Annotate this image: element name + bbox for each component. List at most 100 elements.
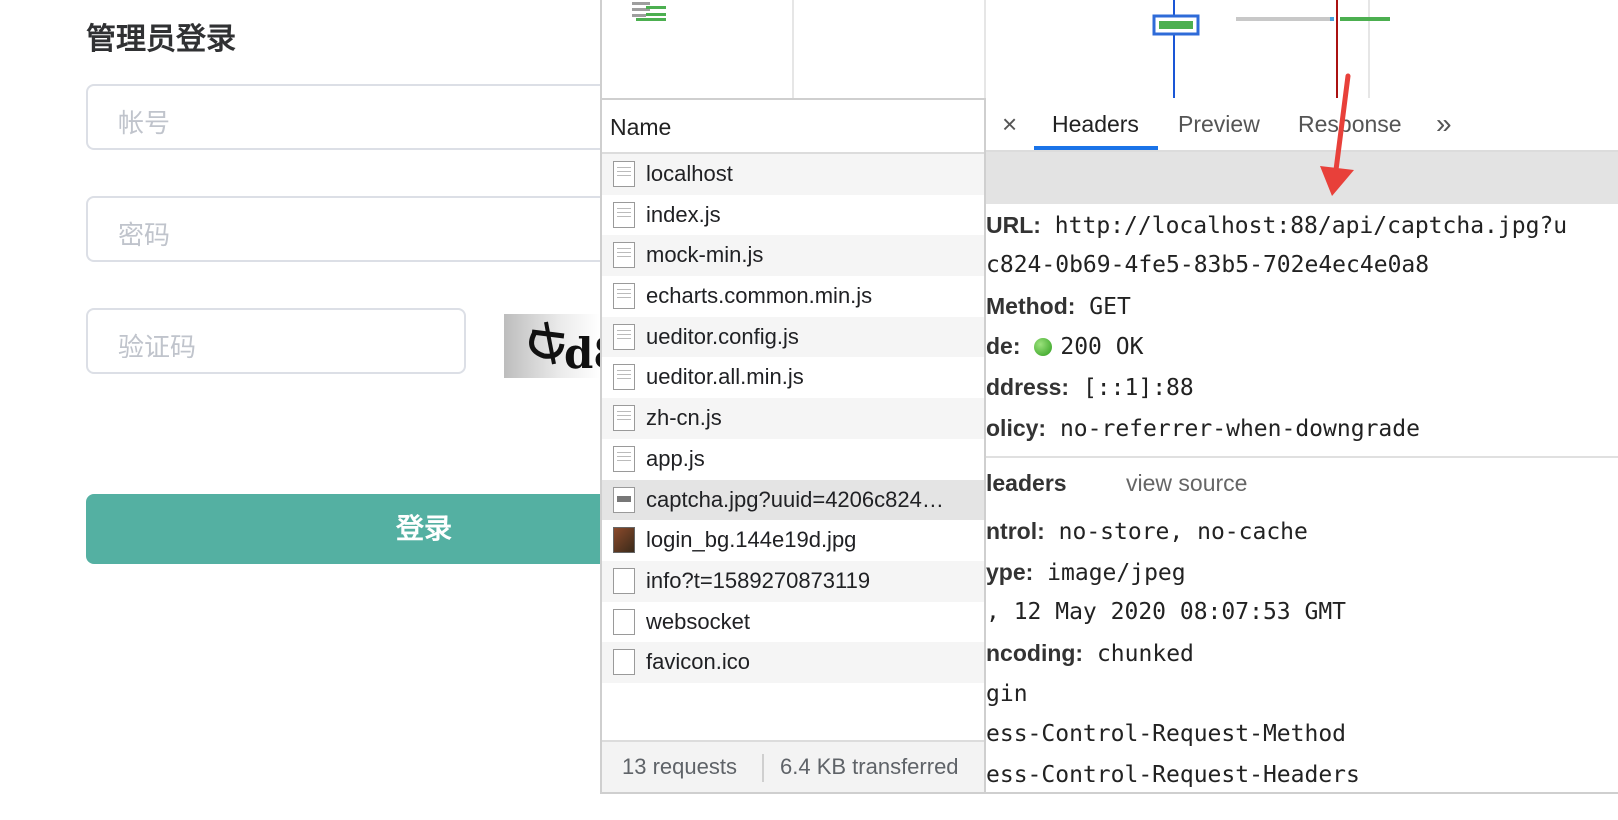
request-row[interactable]: favicon.ico [602, 642, 984, 683]
request-detail-panel: × Headers Preview Response » URL: http:/… [986, 98, 1618, 794]
transfer-encoding-row: ncoding: chunked [986, 640, 1194, 667]
request-count: 13 requests [622, 754, 737, 779]
status-code-value: 200 OK [1060, 334, 1144, 360]
request-row[interactable]: info?t=1589270873119 [602, 560, 984, 602]
annotation-arrow-icon [1320, 73, 1354, 196]
cache-control-value: no-store, no-cache [1058, 519, 1308, 545]
image-icon [613, 486, 635, 513]
referrer-policy-row: olicy: no-referrer-when-downgrade [986, 415, 1420, 442]
remote-address-row: ddress: [::1]:88 [986, 374, 1194, 401]
request-row[interactable]: login_bg.144e19d.jpg [602, 520, 984, 561]
login-button[interactable]: 登录 [86, 494, 626, 564]
request-row[interactable]: mock-min.js [602, 235, 984, 277]
encoding-key: ncoding: [986, 640, 1084, 666]
request-name: app.js [646, 445, 705, 471]
devtools-bottom-border [600, 792, 1618, 794]
request-name: favicon.ico [646, 649, 750, 675]
network-summary-bar: 13 requests 6.4 KB transferred [602, 740, 984, 792]
request-name: localhost [646, 161, 733, 186]
tab-headers[interactable]: Headers [1034, 98, 1158, 150]
request-row[interactable]: zh-cn.js [602, 398, 984, 439]
cache-control-row: ntrol: no-store, no-cache [986, 518, 1308, 545]
document-icon [613, 323, 635, 350]
document-icon [613, 445, 635, 472]
request-url-continued: c824-0b69-4fe5-83b5-702e4ec4e0a8 [986, 252, 1430, 278]
username-placeholder: 帐号 [118, 109, 171, 139]
waterfall-bars [632, 0, 1390, 98]
address-key: ddress: [986, 374, 1070, 400]
request-name: websocket [646, 608, 750, 634]
status-ok-icon [1034, 338, 1053, 356]
more-tabs-icon[interactable]: » [1436, 98, 1452, 150]
vary-origin-row: gin [986, 681, 1028, 707]
document-icon [613, 283, 635, 310]
policy-key: olicy: [986, 415, 1047, 441]
encoding-value: chunked [1096, 641, 1194, 667]
blank-file-icon [613, 608, 635, 635]
request-name: login_bg.144e19d.jpg [646, 527, 857, 553]
request-row[interactable]: captcha.jpg?uuid=4206c824… [602, 479, 984, 521]
request-name: info?t=1589270873119 [646, 567, 871, 593]
document-icon [613, 405, 635, 432]
cache-control-key: ntrol: [986, 518, 1045, 544]
document-icon [613, 161, 635, 187]
request-name: ueditor.all.min.js [646, 364, 804, 390]
request-row[interactable]: index.js [602, 195, 984, 236]
vary-method-row: ess-Control-Request-Method [986, 721, 1347, 747]
request-name: captcha.jpg?uuid=4206c824… [646, 486, 944, 512]
request-row[interactable]: localhost [602, 154, 984, 195]
request-row[interactable]: ueditor.all.min.js [602, 357, 984, 398]
captcha-placeholder: 验证码 [118, 333, 197, 363]
login-panel: 管理员登录 帐号 密码 验证码 d8 登录 [0, 0, 626, 820]
password-placeholder: 密码 [118, 221, 171, 251]
document-icon [613, 201, 635, 228]
captcha-image[interactable]: d8 [504, 314, 600, 378]
request-name: ueditor.config.js [646, 323, 799, 349]
document-icon [613, 364, 635, 391]
request-row[interactable]: app.js [602, 439, 984, 480]
request-method-row: Method: GET [986, 293, 1131, 320]
request-name: zh-cn.js [646, 405, 722, 431]
request-list-panel: Name localhost index.js mock-min.js echarts… [600, 98, 986, 794]
name-column-header[interactable]: Name [602, 100, 984, 154]
view-source-link[interactable]: view source [1126, 470, 1247, 497]
response-headers-title[interactable]: leaders [986, 470, 1067, 497]
close-icon[interactable]: × [1002, 98, 1017, 150]
content-type-row: ype: image/jpeg [986, 559, 1186, 586]
status-code-key: de: [986, 333, 1021, 359]
method-key: Method: [986, 293, 1076, 319]
blank-file-icon [613, 649, 635, 676]
address-value: [::1]:88 [1082, 375, 1194, 401]
photo-icon [613, 527, 635, 554]
url-key: URL: [986, 212, 1041, 238]
blank-file-icon [613, 567, 635, 594]
content-type-key: ype: [986, 559, 1034, 585]
request-name: index.js [646, 201, 721, 227]
content-type-value: image/jpeg [1047, 560, 1186, 586]
document-icon [613, 242, 635, 269]
network-waterfall [600, 0, 1618, 98]
general-section-header[interactable] [986, 152, 1618, 204]
vary-headers-row: ess-Control-Request-Headers [986, 762, 1360, 788]
request-name: mock-min.js [646, 242, 764, 268]
method-value: GET [1089, 294, 1131, 320]
request-list: localhost index.js mock-min.js echarts.comm… [602, 154, 984, 683]
status-code-row: de: 200 OK [986, 333, 1143, 360]
request-url-row: URL: http://localhost:88/api/captcha.jpg… [986, 212, 1567, 239]
captcha-input[interactable]: 验证码 [86, 308, 466, 374]
request-row[interactable]: websocket [602, 602, 984, 643]
request-row[interactable]: echarts.common.min.js [602, 276, 984, 317]
transferred-size: 6.4 KB transferred [780, 754, 959, 779]
request-name: echarts.common.min.js [646, 283, 873, 309]
summary-divider [762, 754, 764, 782]
request-row[interactable]: ueditor.config.js [602, 316, 984, 358]
section-divider [986, 456, 1618, 458]
captcha-glyphs: d8 [564, 329, 600, 378]
policy-value: no-referrer-when-downgrade [1059, 416, 1420, 442]
password-input[interactable]: 密码 [86, 196, 626, 262]
detail-tabs: × Headers Preview Response » [986, 98, 1618, 152]
login-title: 管理员登录 [86, 22, 236, 57]
tab-preview[interactable]: Preview [1178, 98, 1260, 150]
url-value: http://localhost:88/api/captcha.jpg?u [1054, 213, 1568, 239]
username-input[interactable]: 帐号 [86, 84, 626, 150]
